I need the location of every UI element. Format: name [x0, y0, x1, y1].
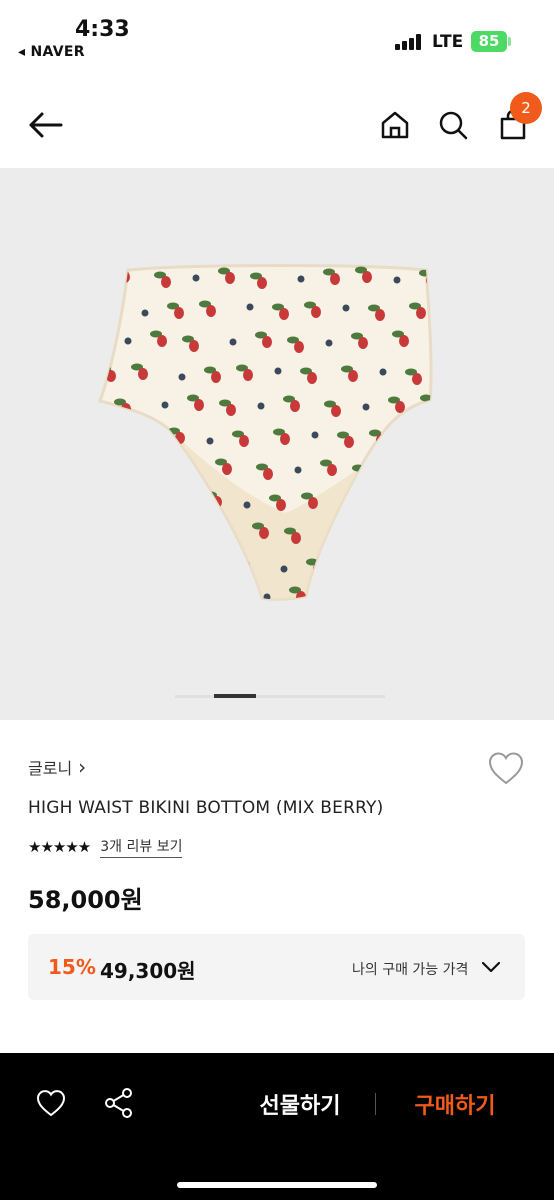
product-image[interactable]	[0, 168, 554, 720]
chevron-down-icon[interactable]	[480, 956, 502, 978]
bottom-action-bar: 선물하기 구매하기	[0, 1053, 554, 1200]
discount-price-box[interactable]: 15% 49,300원 나의 구매 가능 가격	[28, 934, 525, 1000]
cart-count-badge: 2	[510, 92, 542, 124]
product-title: HIGH WAIST BIKINI BOTTOM (MIX BERRY)	[28, 798, 384, 818]
review-link[interactable]: 3개 리뷰 보기	[100, 836, 183, 858]
image-pager-track	[175, 695, 385, 698]
chevron-right-icon: ›	[78, 755, 87, 779]
battery-tip	[508, 37, 511, 46]
share-icon[interactable]	[101, 1085, 137, 1121]
wishlist-heart-icon[interactable]	[487, 750, 525, 786]
status-bar: 4:33 ◂ NAVER LTE 85	[0, 0, 554, 70]
image-pager-active	[214, 694, 256, 698]
star-rating: ★★★★★	[28, 838, 91, 856]
brand-name: 글로니	[28, 759, 73, 778]
home-icon[interactable]	[375, 105, 415, 145]
discount-percent: 15%	[48, 955, 96, 979]
brand-link[interactable]: 글로니 ›	[28, 755, 86, 779]
button-divider	[375, 1093, 376, 1115]
bikini-bottom-image	[98, 264, 433, 601]
rating-row: ★★★★★ 3개 리뷰 보기	[28, 836, 183, 858]
status-time: 4:33	[75, 17, 130, 42]
battery-icon: 85	[471, 31, 507, 52]
network-label: LTE	[432, 32, 464, 52]
top-nav	[0, 90, 554, 165]
back-arrow-icon[interactable]	[25, 105, 65, 145]
search-icon[interactable]	[433, 105, 473, 145]
heart-icon[interactable]	[33, 1085, 69, 1121]
product-price: 58,000원	[28, 886, 143, 914]
gift-button[interactable]: 선물하기	[240, 1088, 360, 1120]
home-indicator	[177, 1182, 377, 1188]
discount-price: 49,300원	[100, 959, 196, 983]
buy-button[interactable]: 구매하기	[395, 1088, 515, 1120]
discount-label: 나의 구매 가능 가격	[352, 962, 469, 978]
signal-icon	[395, 34, 423, 50]
back-to-app-link[interactable]: ◂ NAVER	[18, 44, 85, 60]
